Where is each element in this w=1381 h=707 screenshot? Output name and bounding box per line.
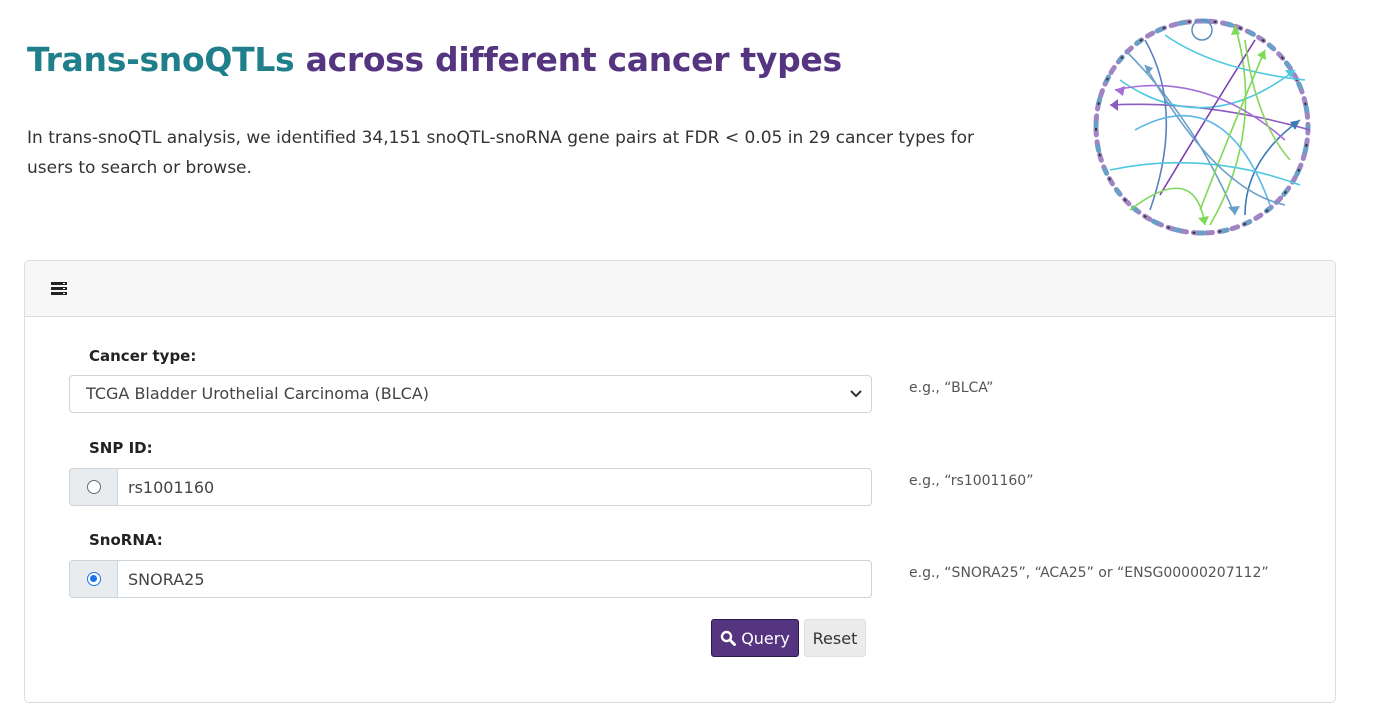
snorna-radio[interactable]: [86, 572, 101, 586]
cancer-type-selected-value: TCGA Bladder Urothelial Carcinoma (BLCA): [86, 384, 430, 403]
snp-id-hint: e.g., “rs1001160”: [909, 473, 1034, 489]
snorna-hint: e.g., “SNORA25”, “ACA25” or “ENSG0000020…: [909, 565, 1269, 581]
snp-id-label: SNP ID:: [89, 439, 153, 457]
query-button-label: Query: [741, 628, 790, 648]
snorna-input[interactable]: [117, 560, 872, 598]
cancer-type-select[interactable]: TCGA Bladder Urothelial Carcinoma (BLCA): [69, 375, 872, 413]
snp-radio-addon: [69, 468, 117, 506]
reset-button[interactable]: Reset: [804, 619, 866, 657]
search-icon: [720, 630, 737, 646]
snp-id-input[interactable]: [117, 468, 872, 506]
snp-radio[interactable]: [86, 480, 101, 494]
page-title-accent: Trans-snoQTLs: [27, 40, 295, 79]
search-panel: Cancer type: TCGA Bladder Urothelial Car…: [24, 260, 1336, 703]
reset-button-label: Reset: [812, 628, 858, 648]
cancer-type-label: Cancer type:: [89, 347, 197, 365]
snorna-label: SnoRNA:: [89, 531, 163, 549]
snorna-group: [69, 560, 872, 598]
snorna-radio-addon: [69, 560, 117, 598]
page-title: Trans-snoQTLs across different cancer ty…: [27, 40, 842, 79]
snp-id-group: [69, 468, 872, 506]
cancer-type-hint: e.g., “BLCA”: [909, 380, 994, 396]
list-icon: [51, 282, 67, 296]
circos-plot-icon: [1093, 18, 1311, 236]
chevron-down-icon: [850, 390, 862, 398]
search-panel-header: [25, 261, 1335, 317]
page-title-rest: across different cancer types: [305, 40, 843, 79]
intro-text: In trans-snoQTL analysis, we identified …: [27, 128, 975, 178]
query-button[interactable]: Query: [711, 619, 799, 657]
